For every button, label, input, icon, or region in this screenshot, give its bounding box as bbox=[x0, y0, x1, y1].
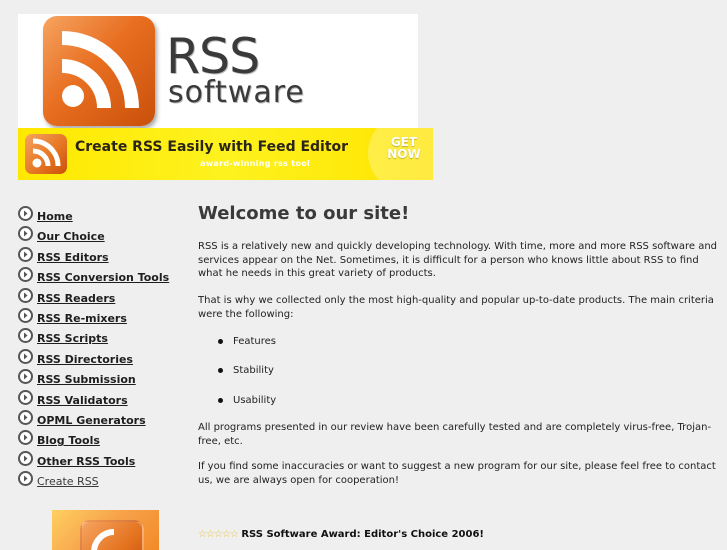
arrow-right-icon bbox=[18, 267, 33, 283]
nav-item-rss-validators[interactable]: RSS Validators bbox=[18, 389, 188, 409]
list-item: Features bbox=[198, 335, 276, 364]
nav-link-rss-validators[interactable]: RSS Validators bbox=[37, 394, 128, 407]
nav-link-rss-readers[interactable]: RSS Readers bbox=[37, 292, 115, 305]
nav-item-blog-tools[interactable]: Blog Tools bbox=[18, 429, 188, 449]
rss-banner-icon bbox=[25, 134, 67, 174]
rss-promo-image[interactable] bbox=[52, 510, 159, 550]
nav-item-rss-submission[interactable]: RSS Submission bbox=[18, 368, 188, 388]
nav-item-rss-readers[interactable]: RSS Readers bbox=[18, 287, 188, 307]
nav-link-rss-conversion-tools[interactable]: RSS Conversion Tools bbox=[37, 271, 169, 284]
tested-paragraph: All programs presented in our review hav… bbox=[198, 422, 712, 447]
nav-item-rss-editors[interactable]: RSS Editors bbox=[18, 246, 188, 266]
nav-link-rss-submission[interactable]: RSS Submission bbox=[37, 373, 136, 386]
arrow-right-icon bbox=[18, 471, 33, 487]
criteria-label: Usability bbox=[233, 394, 277, 406]
sidebar-nav: Home Our Choice RSS Editors RSS Conversi… bbox=[18, 205, 188, 490]
contact-paragraph: If you find some inaccuracies or want to… bbox=[198, 461, 716, 486]
arrow-right-icon bbox=[18, 409, 33, 425]
criteria-label: Features bbox=[233, 336, 276, 347]
arrow-right-icon bbox=[18, 348, 33, 364]
banner-subtitle: award-winning rss tool bbox=[200, 159, 311, 168]
criteria-label: Stability bbox=[233, 365, 274, 377]
award-text: RSS Software Award: Editor's Choice 2006… bbox=[241, 529, 484, 540]
nav-item-other-rss-tools[interactable]: Other RSS Tools bbox=[18, 450, 188, 470]
nav-item-rss-conversion-tools[interactable]: RSS Conversion Tools bbox=[18, 266, 188, 286]
nav-link-our-choice[interactable]: Our Choice bbox=[37, 230, 105, 243]
rss-feed-icon bbox=[80, 520, 144, 550]
intro-paragraph: RSS is a relatively new and quickly deve… bbox=[198, 241, 718, 279]
nav-item-opml-generators[interactable]: OPML Generators bbox=[18, 409, 188, 429]
arrow-right-icon bbox=[18, 328, 33, 344]
list-item: Usability bbox=[198, 394, 276, 423]
arrow-right-icon bbox=[18, 369, 33, 385]
nav-item-rss-scripts[interactable]: RSS Scripts bbox=[18, 327, 188, 347]
nav-link-rss-editors[interactable]: RSS Editors bbox=[37, 251, 109, 264]
arrow-right-icon bbox=[18, 206, 33, 221]
nav-link-other-rss-tools[interactable]: Other RSS Tools bbox=[37, 455, 135, 468]
award-stars-icon: ☆☆☆☆☆ bbox=[198, 529, 239, 540]
logo-subtitle: software bbox=[168, 75, 305, 110]
logo-title: RSS bbox=[166, 28, 260, 85]
bullet-icon bbox=[218, 368, 223, 374]
page-title: Welcome to our site! bbox=[198, 203, 410, 224]
bullet-icon bbox=[218, 339, 223, 344]
banner-title: Create RSS Easily with Feed Editor bbox=[75, 139, 349, 155]
arrow-right-icon bbox=[18, 389, 33, 405]
main-content: Welcome to our site! RSS is a relatively… bbox=[198, 203, 720, 540]
nav-link-rss-scripts[interactable]: RSS Scripts bbox=[37, 332, 108, 345]
nav-item-create-rss[interactable]: Create RSS bbox=[18, 470, 188, 490]
nav-link-home[interactable]: Home bbox=[37, 210, 73, 223]
nav-link-opml-generators[interactable]: OPML Generators bbox=[37, 414, 146, 427]
arrow-right-icon bbox=[18, 246, 33, 262]
feed-editor-banner[interactable]: Create RSS Easily with Feed Editor award… bbox=[18, 128, 433, 180]
arrow-right-icon bbox=[18, 450, 33, 466]
nav-item-our-choice[interactable]: Our Choice bbox=[18, 225, 188, 245]
get-now-line2: NOW bbox=[387, 147, 421, 161]
get-now-button[interactable]: GET NOW bbox=[382, 136, 426, 160]
criteria-paragraph: That is why we collected only the most h… bbox=[198, 295, 714, 320]
nav-link-rss-re-mixers[interactable]: RSS Re-mixers bbox=[37, 312, 127, 325]
arrow-right-icon bbox=[18, 226, 33, 242]
award-line: ☆☆☆☆☆ RSS Software Award: Editor's Choic… bbox=[198, 528, 484, 542]
nav-link-rss-directories[interactable]: RSS Directories bbox=[37, 353, 133, 366]
nav-link-create-rss[interactable]: Create RSS bbox=[37, 475, 99, 488]
site-logo[interactable]: RSS software bbox=[18, 14, 418, 128]
arrow-right-icon bbox=[18, 307, 33, 323]
nav-item-rss-re-mixers[interactable]: RSS Re-mixers bbox=[18, 307, 188, 327]
nav-item-home[interactable]: Home bbox=[18, 205, 188, 225]
bullet-icon bbox=[218, 397, 223, 403]
arrow-right-icon bbox=[18, 430, 33, 446]
list-item: Stability bbox=[198, 364, 276, 393]
arrow-right-icon bbox=[18, 287, 33, 303]
criteria-list: Features Stability Usability bbox=[198, 335, 276, 423]
nav-link-blog-tools[interactable]: Blog Tools bbox=[37, 434, 100, 447]
nav-item-rss-directories[interactable]: RSS Directories bbox=[18, 348, 188, 368]
rss-feed-icon bbox=[43, 16, 155, 126]
